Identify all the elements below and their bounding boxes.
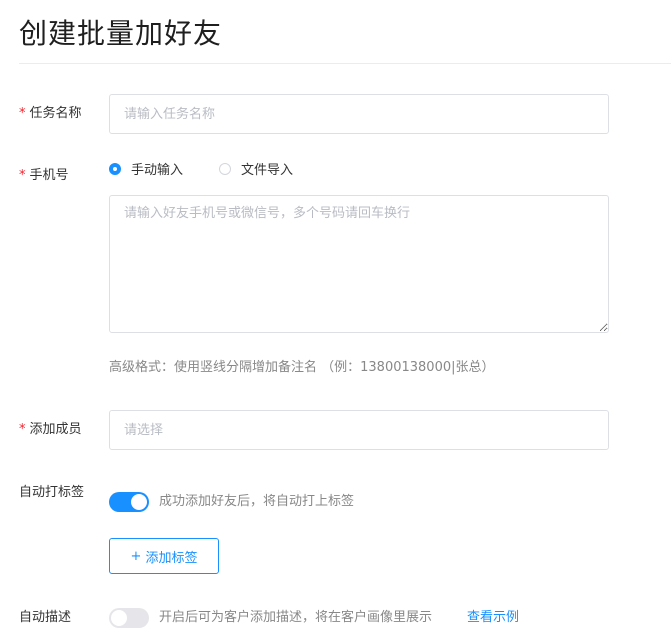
radio-manual-input[interactable]: 手动输入 — [109, 159, 183, 178]
switch-knob — [131, 494, 147, 510]
members-label-text: 添加成员 — [29, 422, 82, 437]
members-label: * 添加成员 — [19, 421, 82, 439]
required-mark: * — [19, 106, 26, 121]
task-name-label-text: 任务名称 — [29, 106, 82, 121]
auto-tag-label: 自动打标签 — [19, 485, 85, 500]
switch-knob — [111, 610, 127, 626]
view-example-link[interactable]: 查看示例 — [467, 609, 519, 627]
phone-label-text: 手机号 — [29, 168, 69, 183]
required-mark: * — [19, 168, 26, 183]
title-divider — [19, 63, 671, 64]
auto-tag-hint: 成功添加好友后，将自动打上标签 — [159, 494, 355, 509]
radio-file-label: 文件导入 — [241, 163, 294, 178]
phone-label: * 手机号 — [19, 167, 69, 185]
auto-desc-hint: 开启后可为客户添加描述，将在客户画像里展示 — [159, 610, 433, 625]
required-mark: * — [19, 422, 26, 437]
auto-tag-switch[interactable] — [109, 492, 149, 512]
auto-desc-label: 自动描述 — [19, 610, 72, 625]
auto-desc-switch[interactable] — [109, 608, 149, 628]
page-title: 创建批量加好友 — [19, 17, 223, 50]
radio-unchecked-icon — [219, 162, 231, 175]
add-tag-label: 添加标签 — [145, 550, 198, 566]
advanced-format-hint: 高级格式：使用竖线分隔增加备注名 （例：13800138000|张总） — [109, 360, 495, 375]
members-select[interactable] — [109, 410, 609, 450]
task-name-input[interactable] — [109, 94, 609, 134]
radio-file-import[interactable]: 文件导入 — [219, 159, 293, 178]
radio-manual-label: 手动输入 — [131, 163, 184, 178]
radio-checked-icon — [109, 162, 121, 175]
plus-icon: + — [130, 548, 142, 564]
add-tag-button[interactable]: + 添加标签 — [109, 538, 219, 574]
phone-textarea[interactable] — [109, 195, 609, 333]
task-name-label: * 任务名称 — [19, 105, 82, 123]
